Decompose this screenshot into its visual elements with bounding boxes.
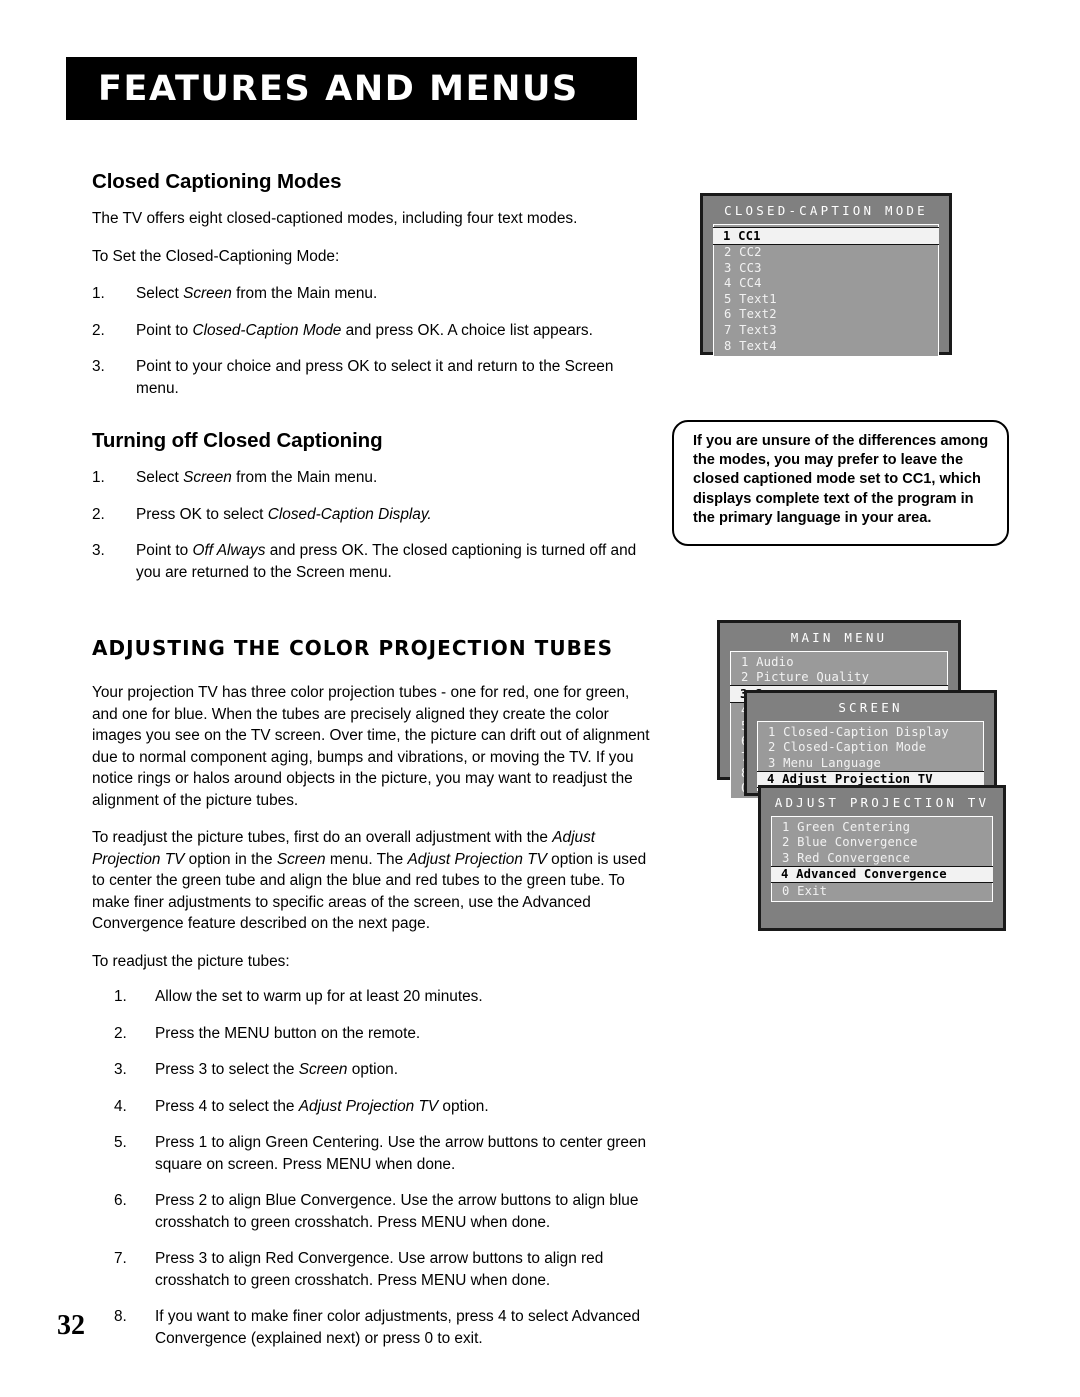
list-item-text: Select Screen from the Main menu. [136, 285, 378, 302]
list-item-number: 3. [114, 1061, 127, 1078]
osd-menu-item[interactable]: 2 Blue Convergence [772, 835, 992, 851]
paragraph-cc-subintro: To Set the Closed-Captioning Mode: [92, 247, 340, 265]
list-item-text: Press 3 to align Red Convergence. Use ar… [155, 1250, 604, 1289]
osd-menu-item[interactable]: 2 Picture Quality [731, 670, 947, 686]
paragraph-cc-intro: The TV offers eight closed-captioned mod… [92, 210, 578, 227]
list-item-text: Press 1 to align Green Centering. Use th… [155, 1134, 647, 1173]
list-item: 5. Press 1 to align Green Centering. Use … [92, 1132, 657, 1175]
page-header-banner: FEATURES AND MENUS [66, 57, 637, 120]
osd-closed-caption-mode-menu: CLOSED-CAPTION MODE 1 CC1 2 CC2 3 CC3 4 CC4… [700, 193, 952, 357]
list-item-text: Press the MENU button on the remote. [155, 1024, 421, 1042]
list-item-number: 3. [92, 358, 105, 375]
osd-item-list: 1 Closed-Caption Display 2 Closed-Caption… [757, 721, 984, 792]
heading-adjusting-color-projection-tubes: ADJUSTING THE COLOR PROJECTION TUBES [92, 636, 614, 660]
osd-menu-item[interactable]: 4 Advanced Convergence [771, 865, 993, 884]
list-item-text: Allow the set to warm up for at least 20… [155, 988, 483, 1005]
list-cc-off-steps: 1. Select Screen from the Main menu. 2. Pre… [92, 467, 657, 583]
list-item: 3. Point to Off Always and press OK. The … [92, 540, 657, 583]
osd-menu-item[interactable]: 2 CC2 [714, 245, 938, 261]
osd-title: SCREEN [838, 700, 903, 715]
list-item-text: Point to your choice and press OK to sel… [136, 358, 614, 397]
osd-title: CLOSED-CAPTION MODE [724, 203, 928, 218]
list-item: 6. Press 2 to align Blue Convergence. Use… [92, 1190, 657, 1233]
osd-menu-item[interactable]: 7 Text3 [714, 323, 938, 339]
osd-menu-item[interactable]: 1 Audio [731, 654, 947, 670]
list-item: 3. Press 3 to select the Screen option. [92, 1059, 657, 1081]
list-item: 2. Press OK to select Closed-Caption Disp… [92, 504, 657, 526]
osd-menu-item[interactable]: 8 Text4 [714, 338, 938, 354]
list-item-text: If you want to make finer color adjustme… [155, 1308, 641, 1347]
osd-menu-item[interactable]: 5 Text1 [714, 291, 938, 307]
osd-item-list: 1 CC1 2 CC2 3 CC3 4 CC4 5 Text1 6 Text2 7 Text… [713, 224, 939, 357]
list-readjust-steps: 1. Allow the set to warm up for at least … [92, 986, 657, 1349]
page-title: FEATURES AND MENUS [98, 68, 579, 109]
list-item: 1. Select Screen from the Main menu. [92, 467, 657, 489]
list-item: 2. Press the MENU button on the remote. [92, 1023, 657, 1045]
page-number: 32 [57, 1310, 85, 1341]
list-item: 2. Point to Closed-Caption Mode and press… [92, 320, 657, 342]
list-item-number: 2. [92, 321, 105, 339]
osd-menu-item[interactable]: 4 CC4 [714, 276, 938, 292]
osd-menu-item[interactable]: 1 CC1 [713, 227, 939, 245]
osd-item-list: 1 Green Centering 2 Blue Convergence 3 Red… [771, 816, 993, 902]
list-item-text: Point to Off Always and press OK. The cl… [136, 542, 637, 581]
note-callout-box: If you are unsure of the differences amo… [672, 420, 1009, 546]
list-item-number: 4. [114, 1097, 127, 1115]
list-item: 8. If you want to make finer color adjust… [92, 1306, 657, 1349]
list-item-text: Select Screen from the Main menu. [136, 469, 378, 486]
osd-menu-item[interactable]: 3 CC3 [714, 260, 938, 276]
list-item-text: Press 3 to select the Screen option. [155, 1061, 398, 1078]
list-item: 4. Press 4 to select the Adjust Projectio… [92, 1096, 657, 1118]
list-item-number: 1. [92, 285, 105, 302]
osd-menu-item[interactable]: 3 Red Convergence [772, 850, 992, 866]
list-item-number: 5. [114, 1134, 127, 1151]
list-item-text: Press 2 to align Blue Convergence. Use t… [155, 1192, 639, 1231]
osd-menu-item[interactable]: 2 Closed-Caption Mode [758, 740, 983, 756]
osd-menu-item[interactable]: 6 Text2 [714, 307, 938, 323]
list-item-number: 3. [92, 542, 105, 559]
note-callout-text: If you are unsure of the differences amo… [693, 433, 989, 526]
osd-screen-menu: SCREEN 1 Closed-Caption Display 2 Closed-… [744, 690, 997, 796]
list-item-number: 6. [114, 1192, 127, 1209]
heading-closed-captioning-modes: Closed Captioning Modes [92, 170, 342, 193]
list-cc-mode-steps: 1. Select Screen from the Main menu. 2. Poi… [92, 283, 657, 399]
paragraph-projection-tubes-1: Your projection TV has three color proje… [92, 684, 650, 809]
paragraph-readjust-intro: To readjust the picture tubes: [92, 952, 290, 970]
list-item: 3. Point to your choice and press OK to s… [92, 356, 657, 399]
list-item-text: Press 4 to select the Adjust Projection … [155, 1097, 489, 1115]
list-item: 1. Allow the set to warm up for at least … [92, 986, 657, 1008]
list-item-text: Point to Closed-Caption Mode and press O… [136, 321, 593, 339]
osd-menu-item[interactable]: 1 Closed-Caption Display [758, 724, 983, 740]
list-item-number: 2. [92, 505, 105, 523]
list-item-number: 1. [114, 988, 127, 1005]
heading-turning-off-closed-captioning: Turning off Closed Captioning [92, 429, 383, 452]
osd-title: ADJUST PROJECTION TV [774, 795, 990, 810]
osd-title: MAIN MENU [790, 630, 888, 645]
list-item-text: Press OK to select Closed-Caption Displa… [136, 505, 432, 523]
osd-menu-item[interactable]: 0 Exit [772, 883, 992, 899]
main-content-column: Closed Captioning Modes The TV offers ei… [92, 170, 657, 1364]
list-item-number: 2. [114, 1024, 127, 1042]
list-item-number: 8. [114, 1308, 127, 1325]
osd-adjust-projection-tv-menu: ADJUST PROJECTION TV 1 Green Centering 2 … [758, 785, 1006, 931]
list-item: 1. Select Screen from the Main menu. [92, 283, 657, 305]
list-item-number: 7. [114, 1250, 127, 1267]
paragraph-projection-tubes-2: To readjust the picture tubes, first do … [92, 829, 647, 932]
list-item-number: 1. [92, 469, 105, 486]
osd-menu-item[interactable]: 3 Menu Language [758, 755, 983, 771]
list-item: 7. Press 3 to align Red Convergence. Use … [92, 1248, 657, 1291]
osd-menu-item[interactable]: 1 Green Centering [772, 819, 992, 835]
